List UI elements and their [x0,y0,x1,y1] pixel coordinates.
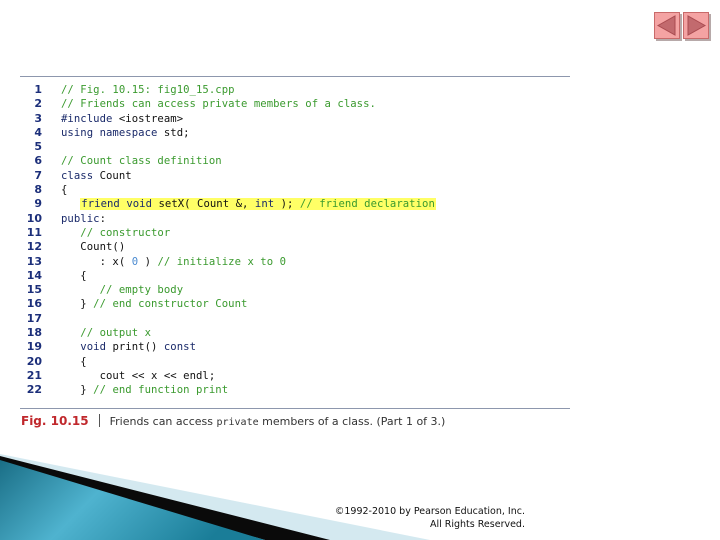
code-text: { [61,183,67,197]
code-text: public: [61,212,106,226]
code-text: // constructor [61,226,170,240]
code-text: // Fig. 10.15: fig10_15.cpp [61,83,235,97]
line-number: 22 [26,383,42,397]
code-bottom-rule [20,408,570,409]
line-number: 4 [34,125,42,139]
code-text: cout << x << endl; [61,369,216,383]
code-comment: // Count class definition [61,155,222,168]
code-text: Count() [61,240,125,254]
code-top-rule [20,76,570,77]
code-text: // Count class definition [61,154,222,168]
code-keyword: class [61,169,94,182]
right-triangle-icon [687,15,707,36]
code-comment: // empty body [99,284,184,297]
code-text: #include <iostream> [61,112,183,126]
code-keyword: using [61,126,94,139]
code-comment: // constructor [80,226,171,239]
code-keyword: friend [81,198,120,211]
line-number: 7 [34,168,42,182]
code-token: print() [106,341,164,354]
code-keyword: namespace [99,126,158,139]
code-comment: // output x [80,327,152,340]
line-number: 15 [26,283,42,297]
line-number: 20 [26,354,42,368]
code-text: friend void setX( Count &, int ); // fri… [61,197,436,211]
next-slide-button[interactable] [683,12,709,39]
code-text: // output x [61,326,151,340]
code-text: { [61,269,87,283]
code-token: { [80,269,87,282]
line-number: 10 [26,211,42,225]
copyright-line-2: All Rights Reserved. [429,519,525,530]
code-keyword: #include [61,112,113,125]
code-token: : [99,212,107,225]
caption-code-word: private [216,417,259,428]
caption-text-before: Friends can access [109,415,217,428]
code-keyword: void [80,341,107,354]
line-number: 11 [26,225,42,239]
line-number: 1 [34,83,42,96]
line-number: 12 [26,240,42,254]
code-text: using namespace std; [61,126,190,140]
line-number: 2 [34,97,42,111]
code-text: class Count [61,169,132,183]
code-text: : x( 0 ) // initialize x to 0 [61,255,286,269]
code-text: { [61,355,87,369]
code-token: ) [138,255,158,268]
line-number: 3 [34,111,42,125]
line-number: 9 [34,197,42,211]
code-text: } // end function print [61,383,228,397]
line-number: 8 [34,183,42,197]
code-keyword: public [61,212,100,225]
figure-caption: Fig. 10.15 Friends can access private mem… [21,414,445,428]
code-token: <iostream> [112,112,184,125]
copyright-line-1: ©1992-2010 by Pearson Education, Inc. [334,506,525,517]
code-comment: // initialize x to 0 [157,255,287,268]
code-token: { [80,355,87,368]
line-number: 6 [34,154,42,168]
code-text: // empty body [61,283,184,297]
code-text: // Friends can access private members of… [61,97,376,111]
line-number: 5 [34,140,42,154]
caption-separator [98,414,100,427]
line-number: 18 [26,326,42,340]
code-token: } [80,298,94,311]
line-number: 21 [26,368,42,382]
code-keyword: const [163,341,197,354]
previous-slide-button[interactable] [654,12,680,39]
code-comment: // end constructor Count [93,298,248,311]
left-triangle-icon [656,15,676,36]
figure-label: Fig. 10.15 [21,414,89,428]
code-token: ); [274,198,300,211]
code-comment: // Fig. 10.15: fig10_15.cpp [61,84,235,96]
code-keyword: int [254,198,275,211]
code-text: } // end constructor Count [61,297,247,311]
line-number: 13 [26,254,42,268]
line-number: 19 [26,340,42,354]
code-token: { [61,184,68,197]
code-comment: // Friends can access private members of… [61,98,376,111]
code-token: } [80,384,94,397]
code-token: Count [93,169,132,182]
copyright-notice: ©1992-2010 by Pearson Education, Inc. Al… [325,505,525,531]
highlighted-code: friend void setX( Count &, int ); // fri… [80,198,436,211]
line-number: 17 [26,311,42,325]
code-token: setX( Count &, [152,198,255,211]
caption-text-after: members of a class. (Part 1 of 3.) [258,415,446,428]
code-text: void print() const [61,340,196,354]
line-number: 14 [26,268,42,282]
line-number: 16 [26,297,42,311]
code-token: cout << x << endl; [99,369,216,382]
code-comment: // end function print [93,384,229,397]
code-token: std; [157,126,190,139]
code-token: Count() [80,241,126,254]
code-comment: // friend declaration [299,198,435,211]
code-token: : x( [99,255,132,268]
code-keyword: void [126,198,153,211]
